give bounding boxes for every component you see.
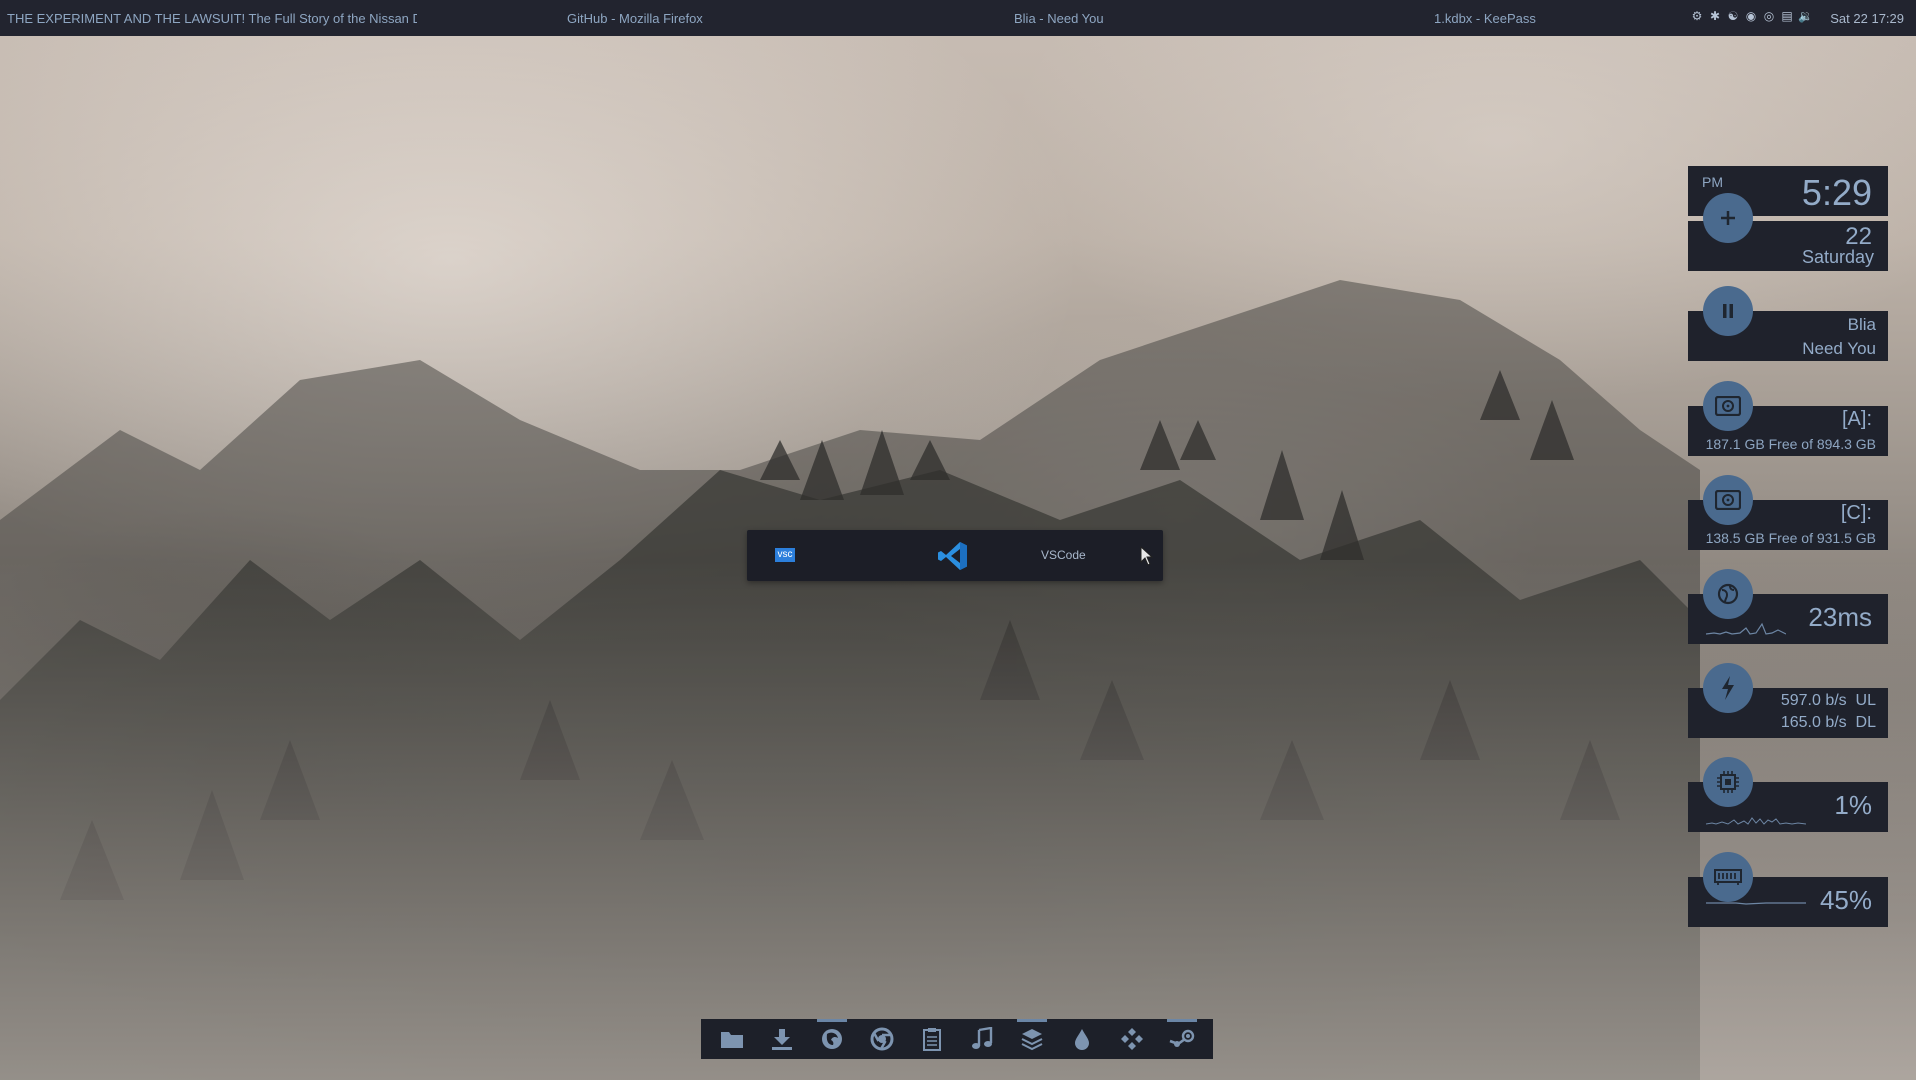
clipboard-icon (923, 1028, 941, 1051)
taskbar-window-music[interactable]: Blia - Need You (1014, 11, 1104, 26)
lightning-icon (1722, 676, 1734, 700)
ping-badge (1703, 569, 1753, 619)
dock-files[interactable] (715, 1022, 749, 1056)
downloads-icon (772, 1029, 792, 1050)
discord-icon[interactable]: ☯ (1726, 9, 1740, 23)
cpu-chip-icon (1717, 771, 1739, 793)
memory-icon (1714, 869, 1742, 885)
add-button[interactable] (1703, 193, 1753, 243)
disk-c-badge (1703, 475, 1753, 525)
dock-music[interactable] (965, 1022, 999, 1056)
time-display: 5:29 (1801, 172, 1872, 213)
plus-icon (1721, 211, 1735, 225)
top-panel: THE EXPERIMENT AND THE LAWSUIT! The Full… (0, 0, 1916, 36)
disk-c-label: [C]: (1840, 502, 1872, 524)
cpu-value: 1% (1834, 790, 1872, 820)
music-icon (972, 1027, 993, 1049)
dock-clipboard[interactable] (915, 1022, 949, 1056)
chrome-icon[interactable]: ◎ (1762, 9, 1776, 23)
pause-icon (1723, 304, 1733, 318)
music-title: Need You (1802, 339, 1876, 358)
chrome-icon (870, 1027, 894, 1051)
dock-drop[interactable] (1065, 1022, 1099, 1056)
dock-kodi[interactable] (1115, 1022, 1149, 1056)
disk-a-label: [A]: (1841, 408, 1872, 430)
hard-drive-icon (1715, 490, 1741, 510)
volume-icon[interactable]: 🔉 (1798, 9, 1813, 23)
cpu-badge (1703, 757, 1753, 807)
disk-a-info: 187.1 GB Free of 894.3 GB (1705, 436, 1876, 452)
launcher-result-name[interactable]: VSCode (1041, 548, 1086, 562)
taskbar-window-firefox[interactable]: GitHub - Mozilla Firefox (567, 11, 703, 26)
dropbox-icon[interactable]: ◉ (1744, 9, 1758, 23)
layers-icon (1021, 1029, 1043, 1051)
date-weekday: Saturday (1801, 247, 1874, 267)
steam-icon (1169, 1029, 1195, 1047)
ram-value: 45% (1819, 885, 1872, 915)
bluetooth-icon[interactable]: ✱ (1708, 9, 1722, 23)
vscode-icon[interactable] (937, 540, 969, 572)
ping-graph (1706, 622, 1786, 635)
dock-chrome[interactable] (865, 1022, 899, 1056)
app-launcher[interactable]: vsc VSCode (747, 530, 1163, 581)
network-download: 165.0 b/s DL (1780, 714, 1876, 731)
ampm-label: PM (1702, 174, 1723, 190)
kodi-icon (1121, 1028, 1143, 1050)
firefox-icon (822, 1029, 842, 1049)
ram-badge (1703, 852, 1753, 902)
cpu-graph (1706, 817, 1806, 825)
pause-button[interactable] (1703, 286, 1753, 336)
dock-layers[interactable] (1015, 1019, 1049, 1056)
mouse-cursor-icon (1140, 546, 1154, 566)
panel-clock[interactable]: Sat 22 17:29 (1830, 11, 1904, 26)
dock-firefox[interactable] (815, 1019, 849, 1056)
network-badge (1703, 663, 1753, 713)
hard-drive-icon (1715, 396, 1741, 416)
steam-icon[interactable]: ⚙ (1690, 9, 1704, 23)
network-upload: 597.0 b/s UL (1780, 692, 1876, 709)
globe-icon (1717, 583, 1739, 605)
dock-downloads[interactable] (765, 1022, 799, 1056)
music-artist: Blia (1847, 315, 1876, 334)
taskbar-window-keepass[interactable]: 1.kdbx - KeePass (1434, 11, 1536, 26)
system-tray: ⚙ ✱ ☯ ◉ ◎ ▤ 🔉 (1690, 9, 1813, 23)
launcher-query[interactable]: vsc (775, 548, 795, 562)
disk-c-info: 138.5 GB Free of 931.5 GB (1705, 530, 1876, 546)
network-icon[interactable]: ▤ (1780, 9, 1794, 23)
files-icon (721, 1032, 743, 1048)
ping-value: 23ms (1808, 602, 1872, 632)
dock-steam[interactable] (1165, 1019, 1199, 1056)
dock (701, 1019, 1213, 1059)
taskbar-window-youtube[interactable]: THE EXPERIMENT AND THE LAWSUIT! The Full… (7, 11, 417, 26)
drop-icon (1075, 1029, 1089, 1050)
disk-a-badge (1703, 381, 1753, 431)
